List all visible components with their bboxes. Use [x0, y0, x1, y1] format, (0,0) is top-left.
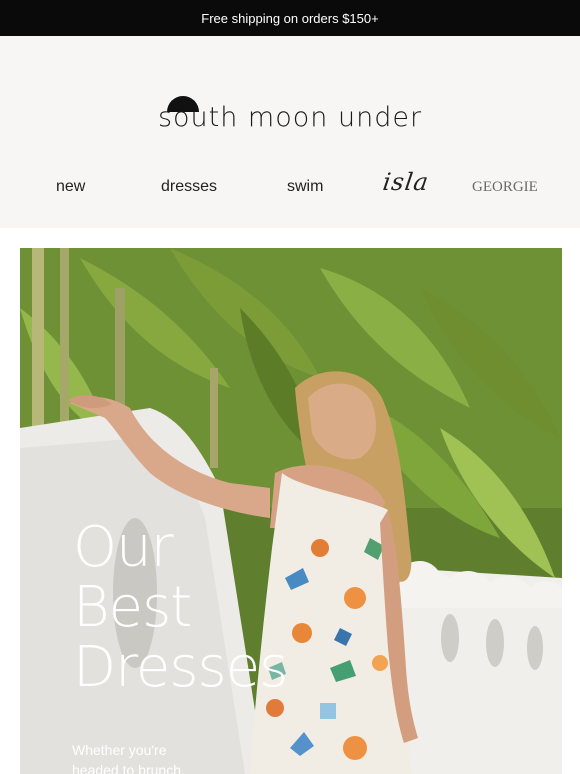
nav-item-georgie[interactable]: GEORGIE: [472, 179, 538, 196]
hero-title-line: Our: [73, 515, 174, 580]
brand-name: south moon under: [157, 102, 423, 133]
site-header: south moon under new dresses swim isla G…: [0, 36, 580, 228]
main-nav: new dresses swim isla GEORGIE: [0, 168, 580, 204]
hero-title-line: Dresses: [73, 635, 288, 700]
hero-subtitle-line: headed to brunch,: [72, 762, 185, 774]
hero-subtitle: Whether you're headed to brunch,: [72, 740, 185, 774]
hero-title: Our Best Dresses: [73, 515, 288, 700]
announcement-text: Free shipping on orders $150+: [201, 10, 379, 26]
nav-item-new[interactable]: new: [56, 178, 85, 196]
announcement-bar: Free shipping on orders $150+: [0, 0, 580, 36]
nav-item-dresses[interactable]: dresses: [161, 178, 217, 196]
hero-subtitle-line: Whether you're: [72, 742, 167, 758]
nav-item-swim[interactable]: swim: [287, 178, 323, 196]
nav-item-isla[interactable]: isla: [381, 168, 431, 196]
hero-title-line: Best: [73, 575, 192, 640]
hero-banner[interactable]: Our Best Dresses Whether you're headed t…: [20, 248, 562, 774]
